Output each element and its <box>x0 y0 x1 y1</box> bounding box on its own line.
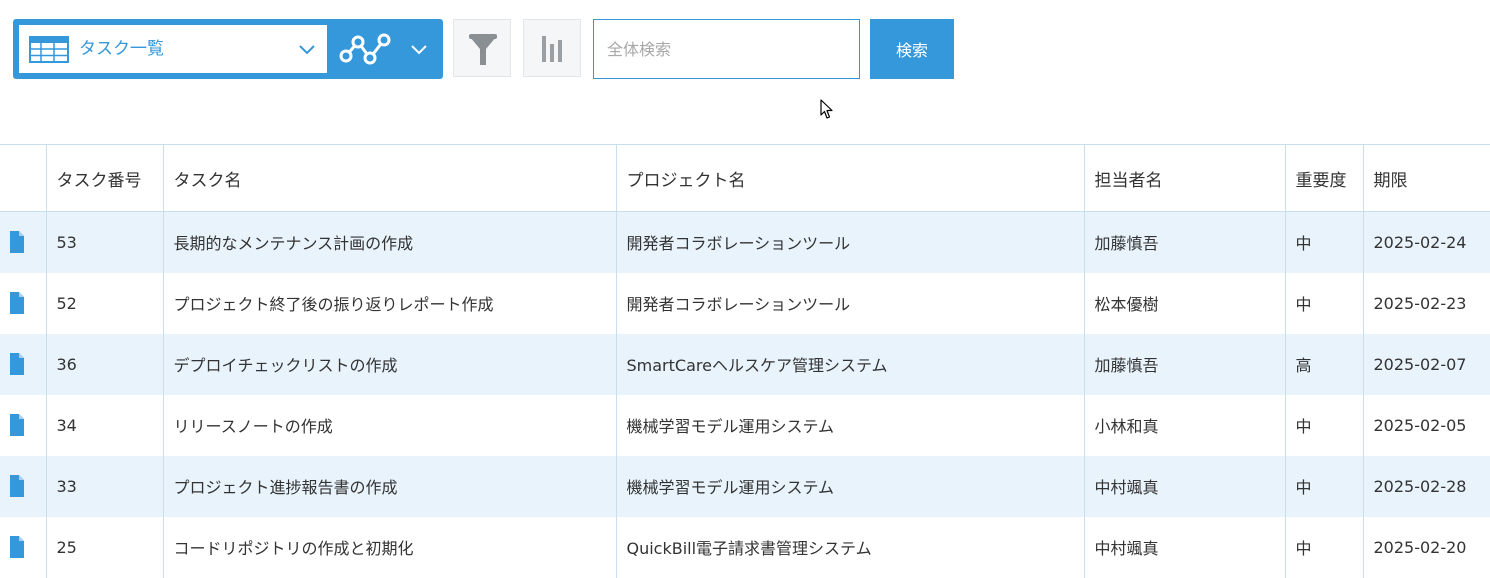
cell-project: SmartCareヘルスケア管理システム <box>615 333 1084 395</box>
chevron-down-icon <box>411 45 427 55</box>
cell-assignee: 松本優樹 <box>1083 272 1285 334</box>
header-task-name[interactable]: タスク名 <box>162 144 616 212</box>
table-row: 36 デプロイチェックリストの作成 SmartCareヘルスケア管理システム 加… <box>0 333 1490 395</box>
header-task-no[interactable]: タスク番号 <box>45 144 163 212</box>
table-row: 52 プロジェクト終了後の振り返りレポート作成 開発者コラボレーションツール 松… <box>0 272 1490 334</box>
cell-assignee: 中村颯真 <box>1083 516 1285 578</box>
cell-task-no: 33 <box>45 455 163 517</box>
cell-task-name: 長期的なメンテナンス計画の作成 <box>162 211 616 273</box>
document-icon[interactable] <box>9 475 25 497</box>
cell-due: 2025-02-24 <box>1362 211 1490 273</box>
graph-menu-button[interactable] <box>334 25 438 73</box>
document-icon[interactable] <box>9 353 25 375</box>
filter-button[interactable] <box>453 19 511 77</box>
cell-task-no: 34 <box>45 394 163 456</box>
row-detail-cell <box>0 395 46 456</box>
table-row: 53 長期的なメンテナンス計画の作成 開発者コラボレーションツール 加藤慎吾 中… <box>0 211 1490 273</box>
cell-assignee: 加藤慎吾 <box>1083 333 1285 395</box>
cell-task-name: プロジェクト終了後の振り返りレポート作成 <box>162 272 616 334</box>
cell-priority: 中 <box>1284 272 1363 334</box>
cell-task-no: 25 <box>45 516 163 578</box>
cell-priority: 中 <box>1284 455 1363 517</box>
cell-project: 機械学習モデル運用システム <box>615 455 1084 517</box>
cell-project: 機械学習モデル運用システム <box>615 394 1084 456</box>
cell-due: 2025-02-05 <box>1362 394 1490 456</box>
cell-task-name: コードリポジトリの作成と初期化 <box>162 516 616 578</box>
table-row: 34 リリースノートの作成 機械学習モデル運用システム 小林和真 中 2025-… <box>0 394 1490 456</box>
table-row: 33 プロジェクト進捗報告書の作成 機械学習モデル運用システム 中村颯真 中 2… <box>0 455 1490 517</box>
cell-due: 2025-02-07 <box>1362 333 1490 395</box>
document-icon[interactable] <box>9 292 25 314</box>
cell-task-no: 52 <box>45 272 163 334</box>
view-selector: タスク一覧 <box>13 19 443 79</box>
search-button[interactable]: 検索 <box>870 19 954 79</box>
row-detail-cell <box>0 456 46 517</box>
cell-task-no: 53 <box>45 211 163 273</box>
filter-funnel-icon <box>469 34 497 65</box>
cell-task-no: 36 <box>45 333 163 395</box>
table-header-row: タスク番号 タスク名 プロジェクト名 担当者名 重要度 期限 <box>0 144 1490 212</box>
line-graph-icon <box>339 33 391 65</box>
document-icon[interactable] <box>9 414 25 436</box>
cell-assignee: 加藤慎吾 <box>1083 211 1285 273</box>
view-label: タスク一覧 <box>79 39 164 59</box>
row-detail-cell <box>0 212 46 273</box>
cell-due: 2025-02-20 <box>1362 516 1490 578</box>
document-icon[interactable] <box>9 536 25 558</box>
view-dropdown[interactable]: タスク一覧 <box>19 25 327 73</box>
header-due[interactable]: 期限 <box>1362 144 1490 212</box>
bar-chart-icon <box>542 36 562 62</box>
cell-due: 2025-02-23 <box>1362 272 1490 334</box>
cell-due: 2025-02-28 <box>1362 455 1490 517</box>
header-project[interactable]: プロジェクト名 <box>615 144 1084 212</box>
search-input[interactable] <box>593 19 860 79</box>
cell-task-name: デプロイチェックリストの作成 <box>162 333 616 395</box>
header-assignee[interactable]: 担当者名 <box>1083 144 1285 212</box>
row-detail-cell <box>0 334 46 395</box>
mouse-cursor-icon <box>820 99 833 119</box>
cell-assignee: 小林和真 <box>1083 394 1285 456</box>
cell-task-name: プロジェクト進捗報告書の作成 <box>162 455 616 517</box>
cell-priority: 中 <box>1284 211 1363 273</box>
cell-project: 開発者コラボレーションツール <box>615 272 1084 334</box>
cell-priority: 中 <box>1284 394 1363 456</box>
chevron-down-icon <box>299 45 315 55</box>
cell-task-name: リリースノートの作成 <box>162 394 616 456</box>
cell-priority: 高 <box>1284 333 1363 395</box>
row-detail-cell <box>0 273 46 334</box>
chart-button[interactable] <box>523 19 581 77</box>
cell-project: 開発者コラボレーションツール <box>615 211 1084 273</box>
cell-project: QuickBill電子請求書管理システム <box>615 516 1084 578</box>
record-table: タスク番号 タスク名 プロジェクト名 担当者名 重要度 期限 53 長期的なメン… <box>0 144 1490 578</box>
row-detail-cell <box>0 517 46 578</box>
header-icon-column <box>0 145 46 212</box>
list-table-icon <box>29 36 69 63</box>
document-icon[interactable] <box>9 231 25 254</box>
cell-priority: 中 <box>1284 516 1363 578</box>
toolbar: タスク一覧 全体検索 検索 <box>0 0 1490 119</box>
table-row: 25 コードリポジトリの作成と初期化 QuickBill電子請求書管理システム … <box>0 516 1490 578</box>
header-priority[interactable]: 重要度 <box>1284 144 1363 212</box>
cell-assignee: 中村颯真 <box>1083 455 1285 517</box>
